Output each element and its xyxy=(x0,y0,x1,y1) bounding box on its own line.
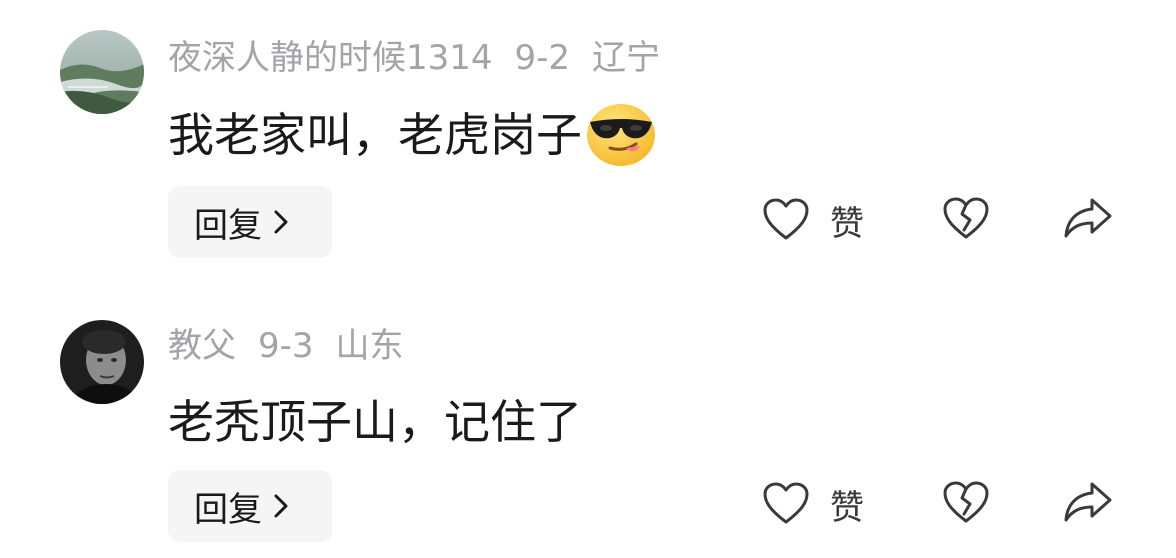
reply-label: 回复 xyxy=(194,489,262,530)
comment-meta: 教父 9-3 山东 xyxy=(168,326,426,366)
username[interactable]: 教父 xyxy=(168,326,236,366)
chevron-right-icon xyxy=(274,494,288,518)
username[interactable]: 夜深人静的时候1314 xyxy=(168,38,493,78)
cool-sunglasses-emoji-icon xyxy=(584,102,658,168)
share-arrow-icon xyxy=(1062,480,1114,528)
comment-meta: 夜深人静的时候1314 9-2 辽宁 xyxy=(168,38,682,78)
reply-button[interactable]: 回复 xyxy=(168,470,332,542)
dislike-button[interactable] xyxy=(942,480,990,528)
comment-location: 辽宁 xyxy=(592,38,661,78)
like-label: 赞 xyxy=(830,204,864,244)
reply-label: 回复 xyxy=(194,205,262,246)
dislike-button[interactable] xyxy=(942,196,990,244)
heart-outline-icon xyxy=(762,197,810,245)
like-button[interactable]: 赞 xyxy=(762,196,864,245)
share-button[interactable] xyxy=(1062,196,1114,244)
share-arrow-icon xyxy=(1062,196,1114,244)
comment-location: 山东 xyxy=(335,326,404,366)
avatar[interactable] xyxy=(60,30,144,114)
comment-item: 教父 9-3 山东 老秃顶子山，记住了 回复 赞 xyxy=(0,288,1176,558)
comment-date: 9-3 xyxy=(258,326,314,366)
reply-button[interactable]: 回复 xyxy=(168,186,332,258)
heart-outline-icon xyxy=(762,481,810,529)
comment-item: 夜深人静的时候1314 9-2 辽宁 我老家叫，老虎岗子 回复 赞 xyxy=(0,0,1176,270)
share-button[interactable] xyxy=(1062,480,1114,528)
comment-text: 我老家叫，老虎岗子 xyxy=(168,102,658,168)
comment-date: 9-2 xyxy=(514,38,571,78)
comment-text: 老秃顶子山，记住了 xyxy=(168,394,582,450)
broken-heart-icon xyxy=(942,196,990,244)
like-button[interactable]: 赞 xyxy=(762,480,864,529)
like-label: 赞 xyxy=(830,488,864,528)
chevron-right-icon xyxy=(274,210,288,234)
comment-text-body: 我老家叫，老虎岗子 xyxy=(168,108,582,162)
comment-text-body: 老秃顶子山，记住了 xyxy=(168,395,582,449)
broken-heart-icon xyxy=(942,480,990,528)
avatar[interactable] xyxy=(60,320,144,404)
